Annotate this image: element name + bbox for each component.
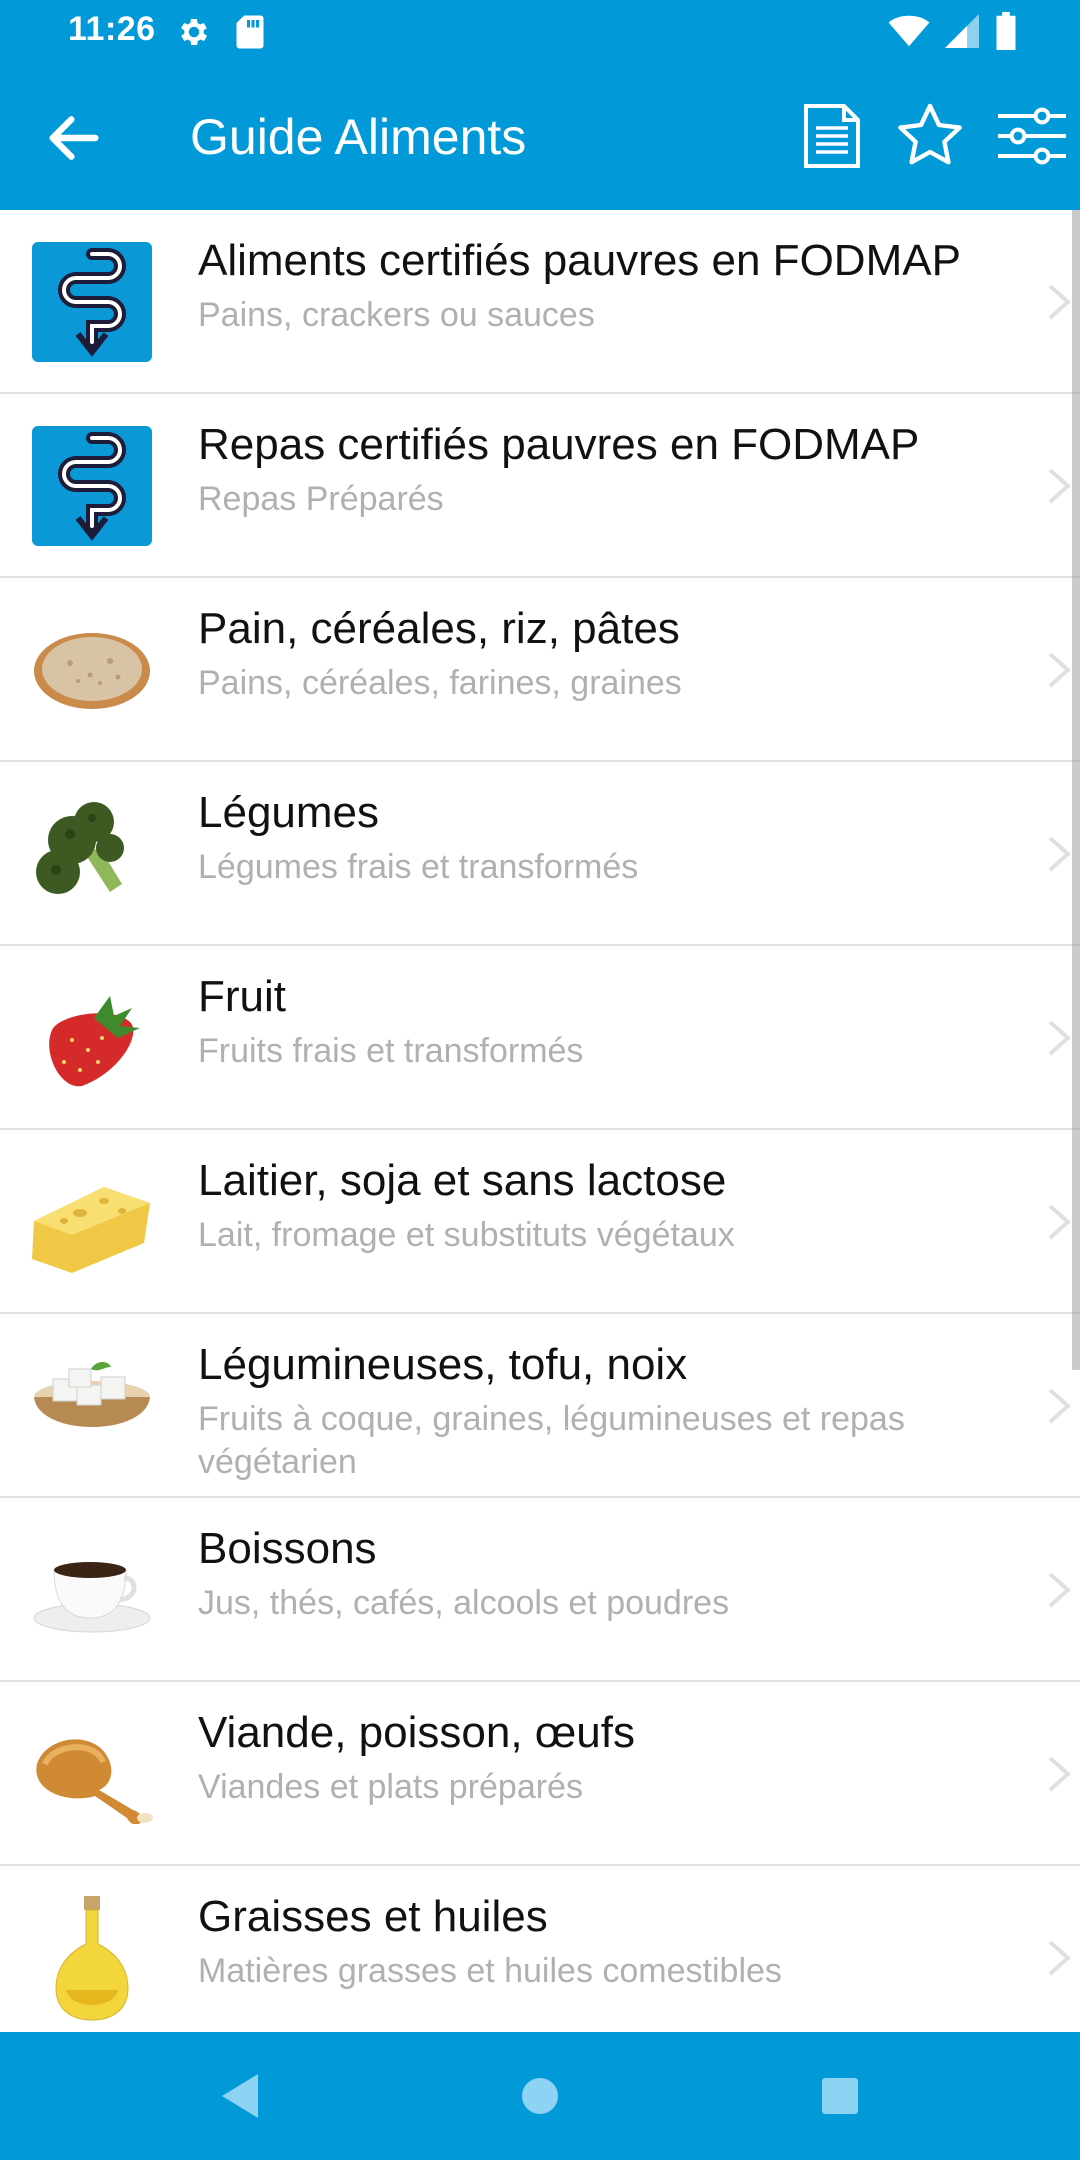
chevron-right-icon xyxy=(1044,1754,1074,1794)
category-subtitle: Légumes frais et transformés xyxy=(198,848,639,886)
chicken-leg-icon xyxy=(20,1704,164,1844)
category-title: Légumineuses, tofu, noix xyxy=(198,1340,688,1389)
chevron-right-icon xyxy=(1044,1386,1074,1426)
fodmap-logo-icon xyxy=(20,416,164,556)
list-item[interactable]: Pain, céréales, riz, pâtes Pains, céréal… xyxy=(0,578,1080,762)
nav-back-icon[interactable] xyxy=(210,2066,270,2126)
chevron-right-icon xyxy=(1044,1570,1074,1610)
category-title: Laitier, soja et sans lactose xyxy=(198,1156,727,1205)
chevron-right-icon xyxy=(1044,1018,1074,1058)
tofu-bowl-icon xyxy=(20,1336,164,1476)
back-arrow-icon[interactable] xyxy=(42,106,106,170)
wifi-icon xyxy=(888,14,930,53)
list-item[interactable]: Fruit Fruits frais et transformés xyxy=(0,946,1080,1130)
chevron-right-icon xyxy=(1044,650,1074,690)
category-title: Boissons xyxy=(198,1524,377,1573)
chevron-right-icon xyxy=(1044,1938,1074,1978)
list-item[interactable]: Boissons Jus, thés, cafés, alcools et po… xyxy=(0,1498,1080,1682)
system-nav-bar xyxy=(0,2032,1080,2160)
chevron-right-icon xyxy=(1044,834,1074,874)
coffee-cup-icon xyxy=(20,1520,164,1660)
chevron-right-icon xyxy=(1044,1202,1074,1242)
sd-card-icon xyxy=(234,14,266,55)
fodmap-logo-icon xyxy=(20,232,164,372)
list-item[interactable]: Laitier, soja et sans lactose Lait, from… xyxy=(0,1130,1080,1314)
category-subtitle: Repas Préparés xyxy=(198,480,444,518)
category-title: Repas certifiés pauvres en FODMAP xyxy=(198,420,920,469)
list-item[interactable]: Aliments certifiés pauvres en FODMAP Pai… xyxy=(0,210,1080,394)
oil-bottle-icon xyxy=(20,1888,164,2028)
list-item[interactable]: Repas certifiés pauvres en FODMAP Repas … xyxy=(0,394,1080,578)
list-item[interactable]: Viande, poisson, œufs Viandes et plats p… xyxy=(0,1682,1080,1866)
category-subtitle: Fruits frais et transformés xyxy=(198,1032,584,1070)
category-title: Graisses et huiles xyxy=(198,1892,548,1941)
list-item[interactable]: Graisses et huiles Matières grasses et h… xyxy=(0,1866,1080,2032)
bread-icon xyxy=(20,600,164,740)
status-bar: 11:26 xyxy=(0,0,1080,64)
category-subtitle: Jus, thés, cafés, alcools et poudres xyxy=(198,1584,730,1622)
category-subtitle: Fruits à coque, graines, légumineuses et… xyxy=(198,1400,905,1481)
page-title: Guide Aliments xyxy=(190,109,527,165)
status-time: 11:26 xyxy=(68,10,156,48)
document-icon[interactable] xyxy=(796,100,868,172)
strawberry-icon xyxy=(20,968,164,1108)
signal-icon xyxy=(944,14,980,53)
category-subtitle: Matières grasses et huiles comestibles xyxy=(198,1952,782,1990)
list-item[interactable]: Légumes Légumes frais et transformés xyxy=(0,762,1080,946)
battery-icon xyxy=(994,12,1018,55)
category-title: Pain, céréales, riz, pâtes xyxy=(198,604,680,653)
broccoli-icon xyxy=(20,784,164,924)
nav-home-icon[interactable] xyxy=(510,2066,570,2126)
cheese-icon xyxy=(20,1152,164,1292)
category-subtitle: Pains, céréales, farines, graines xyxy=(198,664,682,702)
category-title: Viande, poisson, œufs xyxy=(198,1708,635,1757)
list-item[interactable]: Légumineuses, tofu, noix Fruits à coque,… xyxy=(0,1314,1080,1498)
chevron-right-icon xyxy=(1044,282,1074,322)
gear-icon xyxy=(176,14,212,55)
category-title: Fruit xyxy=(198,972,286,1021)
category-subtitle: Viandes et plats préparés xyxy=(198,1768,583,1806)
star-icon[interactable] xyxy=(894,100,966,172)
category-subtitle: Pains, crackers ou sauces xyxy=(198,296,595,334)
chevron-right-icon xyxy=(1044,466,1074,506)
nav-recent-icon[interactable] xyxy=(810,2066,870,2126)
category-title: Aliments certifiés pauvres en FODMAP xyxy=(198,236,961,285)
category-list: Aliments certifiés pauvres en FODMAP Pai… xyxy=(0,210,1080,2032)
filter-sliders-icon[interactable] xyxy=(994,100,1066,172)
category-title: Légumes xyxy=(198,788,380,837)
category-subtitle: Lait, fromage et substituts végétaux xyxy=(198,1216,735,1254)
scrollbar[interactable] xyxy=(1072,210,1080,1370)
app-bar: Guide Aliments xyxy=(0,64,1080,210)
